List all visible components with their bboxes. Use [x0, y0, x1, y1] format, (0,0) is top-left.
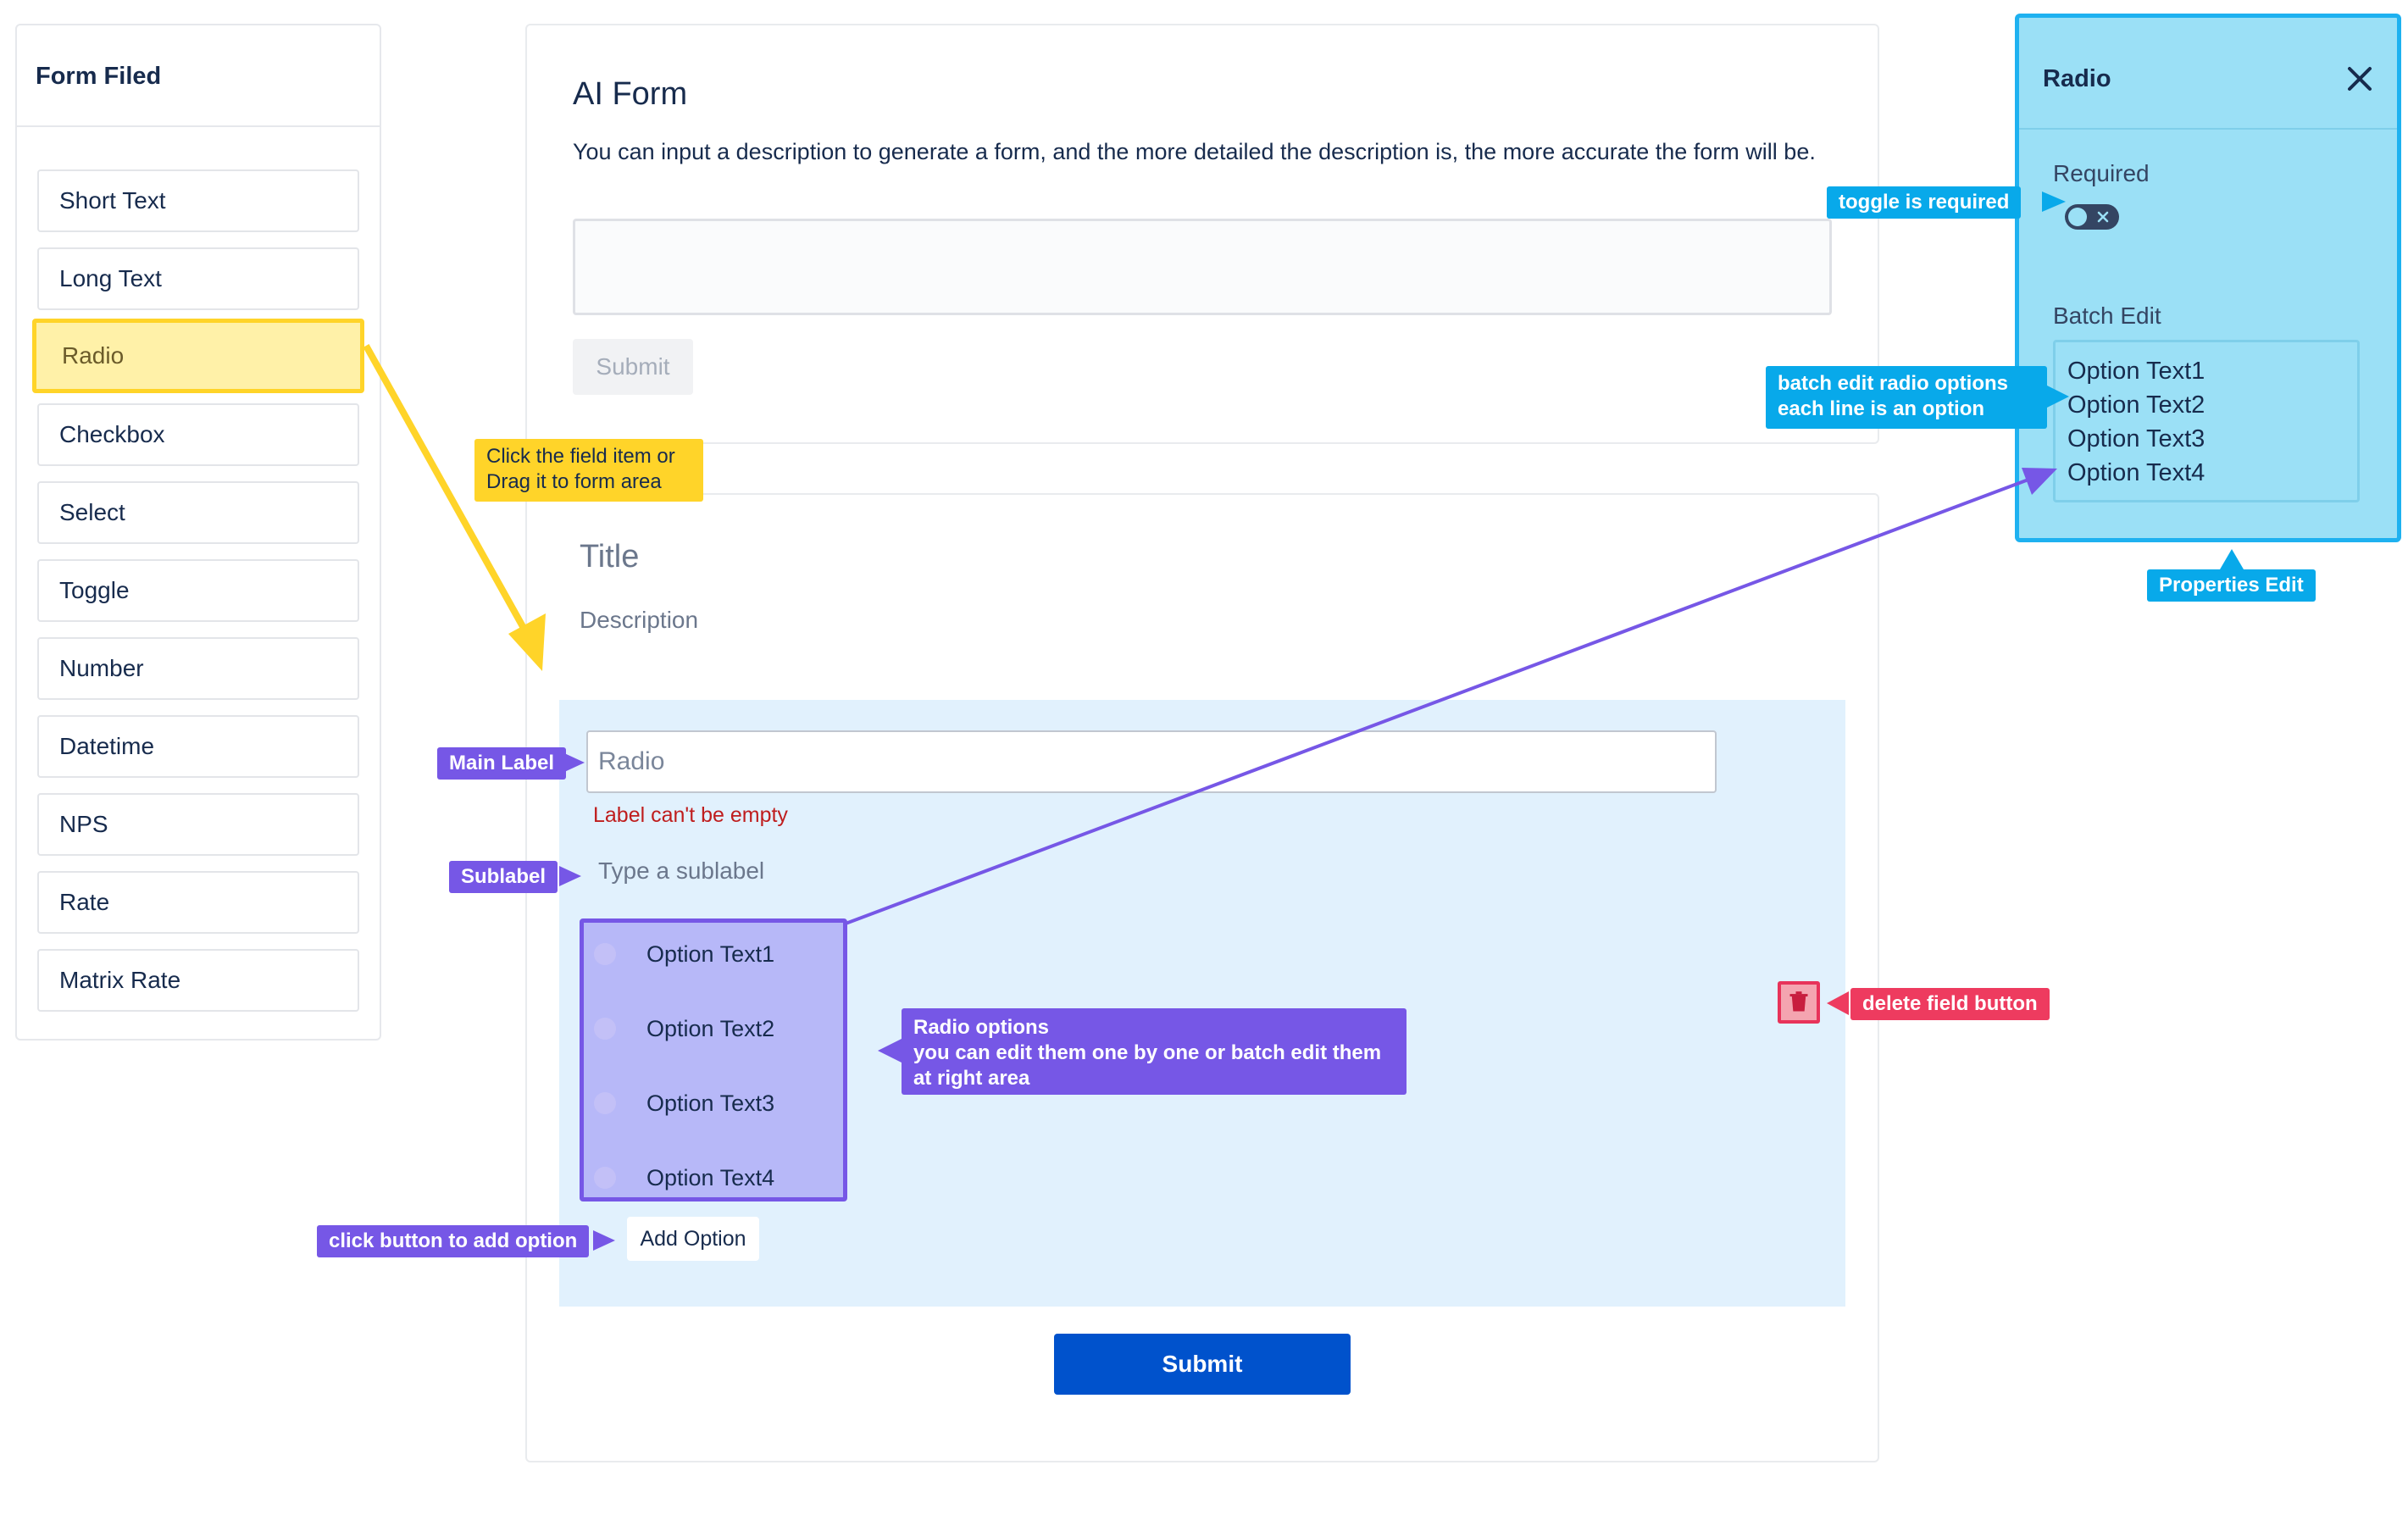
properties-pointer: [2220, 549, 2244, 569]
add-option-pointer: [593, 1230, 615, 1251]
drag-hint-line: Drag it to form area: [486, 470, 662, 493]
batch-pointer: [2045, 385, 2069, 408]
properties-edit-callout: Properties Edit: [2147, 569, 2316, 602]
delete-field-callout: delete field button: [1850, 988, 2050, 1020]
drag-arrow-head: [508, 613, 546, 671]
batch-link-line: [845, 473, 2043, 925]
delete-pointer: [1827, 991, 1849, 1015]
batch-link-arrow-head: [2022, 468, 2057, 495]
sublabel-pointer: [559, 866, 581, 886]
batch-edit-callout-line: batch edit radio options: [1778, 372, 2009, 395]
toggle-required-callout: toggle is required: [1827, 186, 2022, 219]
annotation-arrows: [363, 191, 2244, 1251]
batch-edit-callout: batch edit radio options each line is an…: [1766, 366, 2047, 429]
toggle-pointer: [2042, 191, 2066, 212]
drag-hint-line: Click the field item or: [486, 445, 675, 468]
radio-options-pointer: [878, 1039, 902, 1063]
add-option-callout: click button to add option: [317, 1225, 590, 1257]
radio-options-callout-line: Radio options: [913, 1016, 1049, 1039]
main-label-callout: Main Label: [437, 747, 567, 780]
radio-options-callout-line: at right area: [913, 1067, 1030, 1090]
drag-hint-callout: Click the field item or Drag it to form …: [474, 439, 703, 502]
radio-options-callout: Radio options you can edit them one by o…: [902, 1008, 1407, 1095]
sublabel-callout: Sublabel: [449, 861, 558, 893]
batch-edit-callout-line: each line is an option: [1778, 397, 1985, 420]
radio-options-callout-line: you can edit them one by one or batch ed…: [913, 1041, 1382, 1064]
